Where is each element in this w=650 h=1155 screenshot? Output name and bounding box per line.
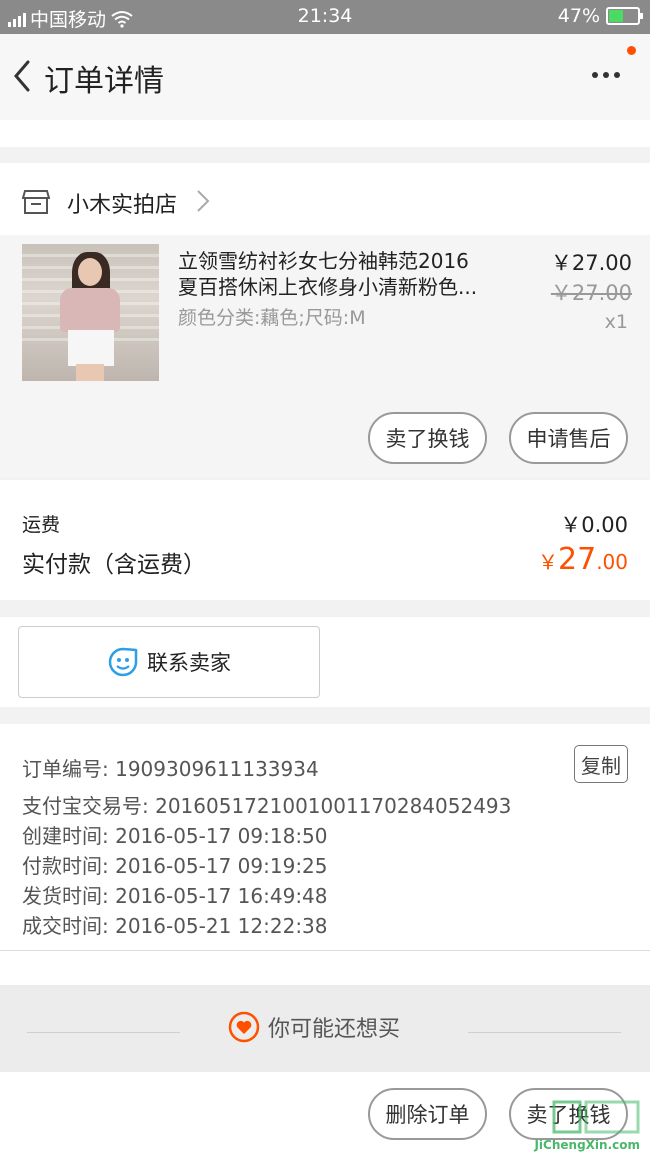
total-label: 实付款（含运费） <box>22 552 206 578</box>
more-icon[interactable] <box>592 72 620 78</box>
total-currency: ￥ <box>538 550 558 574</box>
product-title[interactable]: 立领雪纺衬衫女七分袖韩范2016 夏百搭休闲上衣修身小清新粉色... <box>178 248 508 300</box>
product-price: ￥27.00 <box>550 251 632 275</box>
product-quantity: x1 <box>604 311 628 333</box>
product-title-line1: 立领雪纺衬衫女七分袖韩范2016 <box>178 249 469 273</box>
order-number: 订单编号: 1909309611133934 <box>22 757 319 781</box>
order-info: 订单编号: 1909309611133934 复制 支付宝交易号: 201605… <box>0 724 650 951</box>
delete-order-button[interactable]: 删除订单 <box>368 1088 487 1140</box>
notification-dot <box>627 46 636 55</box>
shop-icon <box>22 190 50 214</box>
paid-time: 付款时间: 2016-05-17 09:19:25 <box>22 854 328 878</box>
product-title-line2: 夏百搭休闲上衣修身小清新粉色... <box>178 275 478 299</box>
shipped-time: 发货时间: 2016-05-17 16:49:48 <box>22 884 328 908</box>
watermark-text: JiChengXin.com <box>534 1138 640 1152</box>
recommend-label: 你可能还想买 <box>268 1017 401 1042</box>
payment-summary: 运费 ￥0.00 实付款（含运费） ￥27.00 <box>0 480 650 600</box>
nav-bar: 订单详情 <box>0 34 650 120</box>
cut-off-section <box>0 120 650 147</box>
status-right: 47% <box>557 5 643 27</box>
shop-name: 小木实拍店 <box>67 193 178 218</box>
battery-icon <box>606 7 643 25</box>
contact-seller-label: 联系卖家 <box>147 651 231 675</box>
recommend-divider: 你可能还想买 <box>0 985 650 1072</box>
completed-time: 成交时间: 2016-05-21 12:22:38 <box>22 914 328 938</box>
recommend-heading: 你可能还想买 <box>228 1011 400 1043</box>
back-icon[interactable] <box>8 56 38 96</box>
total-integer: 27 <box>558 542 597 577</box>
shipping-value: ￥0.00 <box>560 513 628 537</box>
created-time: 创建时间: 2016-05-17 09:18:50 <box>22 824 328 848</box>
clock: 21:34 <box>297 5 353 27</box>
order-item: 立领雪纺衬衫女七分袖韩范2016 夏百搭休闲上衣修身小清新粉色... 颜色分类:… <box>0 235 650 478</box>
divider-left <box>27 1032 180 1033</box>
copy-button[interactable]: 复制 <box>574 745 628 783</box>
alipay-number: 支付宝交易号: 2016051721001001170284052493 <box>22 794 512 818</box>
sell-button[interactable]: 卖了换钱 <box>368 412 487 464</box>
battery-percent: 47% <box>557 5 600 27</box>
status-bar: 中国移动 21:34 47% <box>0 0 650 34</box>
product-spec: 颜色分类:藕色;尺码:M <box>178 307 366 329</box>
smile-chat-icon <box>108 647 138 677</box>
spacer <box>0 951 650 985</box>
contact-seller-button[interactable]: 联系卖家 <box>18 626 320 698</box>
contact-section: 联系卖家 <box>0 617 650 707</box>
chevron-right-icon <box>197 190 210 212</box>
heart-icon <box>228 1011 260 1043</box>
total-value: ￥27.00 <box>538 542 628 577</box>
product-image[interactable] <box>22 244 159 381</box>
shop-header[interactable]: 小木实拍店 <box>0 163 650 235</box>
page-title: 订单详情 <box>44 64 164 99</box>
divider-right <box>468 1032 621 1033</box>
original-price: ￥27.00 <box>550 281 632 305</box>
after-sale-button[interactable]: 申请售后 <box>509 412 628 464</box>
shipping-label: 运费 <box>22 514 61 536</box>
total-decimal: .00 <box>596 550 628 574</box>
